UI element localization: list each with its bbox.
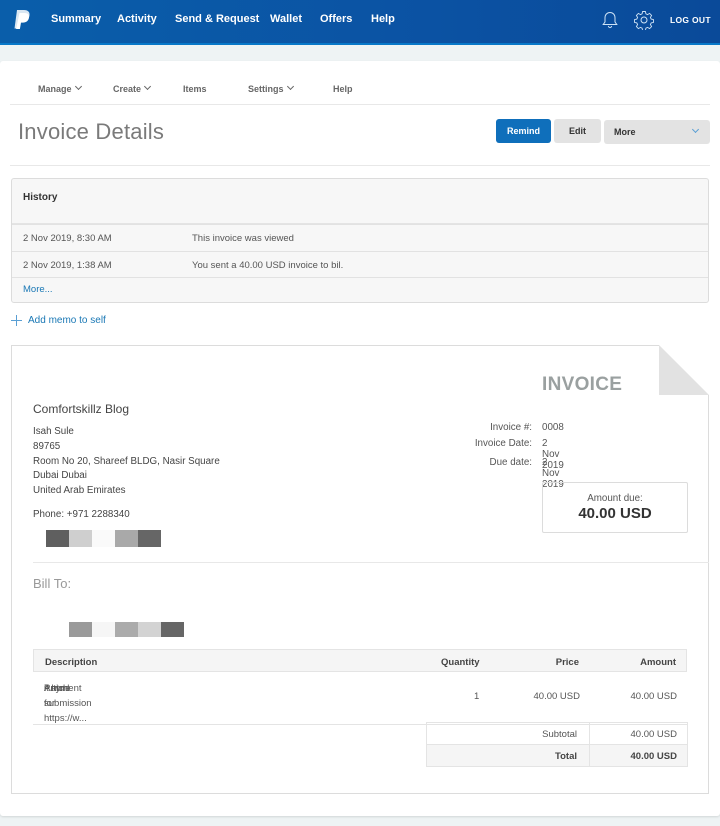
invoice-document: INVOICE Comfortskillz Blog Isah Sule 897… xyxy=(11,345,709,794)
history-title: History xyxy=(23,192,58,203)
subnav-create-label: Create xyxy=(113,84,142,94)
total-label: Total xyxy=(555,751,577,762)
main-panel: Manage Create Items Settings Help Invoic… xyxy=(0,61,720,816)
chevron-down-icon xyxy=(286,82,294,91)
subtotal-label: Subtotal xyxy=(542,729,577,740)
item-price: 40.00 USD xyxy=(533,691,580,702)
history-panel: History 2 Nov 2019, 8:30 AM This invoice… xyxy=(11,178,709,303)
redacted-block xyxy=(69,622,184,637)
subnav-manage-label: Manage xyxy=(38,84,72,94)
total-row: Total 40.00 USD xyxy=(426,744,688,767)
paypal-logo-icon[interactable] xyxy=(12,9,32,31)
nav-summary[interactable]: Summary xyxy=(51,13,101,25)
address-line: Room No 20, Shareef BLDG, Nasir Square xyxy=(33,455,220,467)
remind-button[interactable]: Remind xyxy=(496,119,551,143)
redacted-block xyxy=(46,530,161,547)
business-phone: Phone: +971 2288340 xyxy=(33,509,130,520)
subnav-settings[interactable]: Settings xyxy=(248,82,294,94)
history-date: 2 Nov 2019, 1:38 AM xyxy=(23,260,112,271)
address-line: 89765 xyxy=(33,440,61,452)
history-date: 2 Nov 2019, 8:30 AM xyxy=(23,233,112,244)
more-dropdown[interactable]: More xyxy=(604,120,710,144)
gear-icon[interactable] xyxy=(634,10,654,30)
invoice-date-label: Invoice Date: xyxy=(474,438,532,449)
history-row: 2 Nov 2019, 1:38 AM You sent a 40.00 USD… xyxy=(12,251,708,278)
page-fold-icon xyxy=(659,345,709,395)
address-line: Dubai Dubai xyxy=(33,470,87,482)
invoice-subnav: Manage Create Items Settings Help xyxy=(10,75,710,105)
header-description: Description xyxy=(45,657,98,668)
top-navigation-bar: Summary Activity Send & Request Wallet O… xyxy=(0,0,720,45)
subnav-items[interactable]: Items xyxy=(183,84,207,94)
subnav-manage[interactable]: Manage xyxy=(38,82,82,94)
amount-due-label: Amount due: xyxy=(587,493,643,504)
item-description-line: it.html xyxy=(44,683,70,694)
bell-icon[interactable] xyxy=(600,10,620,30)
address-line: United Arab Emirates xyxy=(33,485,126,497)
history-message: This invoice was viewed xyxy=(192,233,294,244)
address-line: Isah Sule xyxy=(33,426,74,437)
plus-icon xyxy=(11,315,22,326)
history-message: You sent a 40.00 USD invoice to bil. xyxy=(192,260,344,271)
amount-due-value: 40.00 USD xyxy=(578,505,652,522)
header-price: Price xyxy=(555,657,579,668)
amount-due-box: Amount due: 40.00 USD xyxy=(542,482,688,533)
item-quantity: 1 xyxy=(474,691,480,702)
subtotal-value: 40.00 USD xyxy=(630,729,677,740)
business-address: Isah Sule 89765 Room No 20, Shareef BLDG… xyxy=(33,425,220,499)
edit-button[interactable]: Edit xyxy=(554,119,601,143)
chevron-down-icon xyxy=(691,125,700,134)
page-title: Invoice Details xyxy=(18,119,165,144)
subnav-create[interactable]: Create xyxy=(113,82,152,94)
divider xyxy=(33,562,709,563)
table-row: Article submission Payment for https://w… xyxy=(33,672,687,725)
add-memo-link[interactable]: Add memo to self xyxy=(11,315,106,326)
due-date-label: Due date: xyxy=(489,457,532,468)
invoice-number-label: Invoice #: xyxy=(490,422,532,433)
header-quantity: Quantity xyxy=(441,657,480,668)
subnav-help[interactable]: Help xyxy=(333,84,353,94)
nav-offers[interactable]: Offers xyxy=(320,13,352,25)
business-name: Comfortskillz Blog xyxy=(33,402,130,416)
header-amount: Amount xyxy=(640,657,676,668)
divider xyxy=(12,277,708,278)
subtotal-row: Subtotal 40.00 USD xyxy=(426,722,688,745)
divider xyxy=(10,165,710,166)
logout-button[interactable]: LOG OUT xyxy=(670,15,711,25)
history-more-link[interactable]: More... xyxy=(23,284,53,295)
table-header: Description Quantity Price Amount xyxy=(33,649,687,672)
nav-activity[interactable]: Activity xyxy=(117,13,157,25)
add-memo-label: Add memo to self xyxy=(28,315,106,326)
chevron-down-icon xyxy=(143,82,152,91)
item-amount: 40.00 USD xyxy=(630,691,677,702)
subnav-settings-label: Settings xyxy=(248,84,284,94)
invoice-heading: INVOICE xyxy=(542,374,623,395)
chevron-down-icon xyxy=(74,82,82,91)
invoice-number: 0008 xyxy=(542,422,564,433)
bill-to-label: Bill To: xyxy=(33,576,72,591)
nav-send-request[interactable]: Send & Request xyxy=(175,13,259,25)
nav-wallet[interactable]: Wallet xyxy=(270,13,302,25)
total-value: 40.00 USD xyxy=(630,751,677,762)
more-dropdown-label: More xyxy=(614,127,636,137)
history-row: 2 Nov 2019, 8:30 AM This invoice was vie… xyxy=(12,224,708,251)
nav-help[interactable]: Help xyxy=(371,13,395,25)
